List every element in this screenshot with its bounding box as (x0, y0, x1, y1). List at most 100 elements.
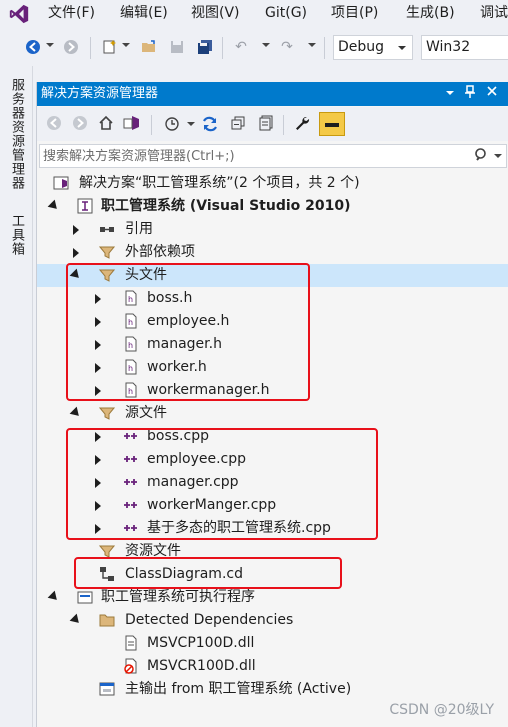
tree-item-exe-project[interactable]: 职工管理系统可执行程序 (37, 586, 508, 609)
collapsed-arrow-icon[interactable] (95, 386, 101, 396)
forward-icon[interactable] (71, 115, 89, 133)
pin-icon[interactable] (461, 85, 479, 103)
toolbar-separator (283, 115, 284, 135)
tree-item-source-file[interactable]: employee.cpp (37, 448, 508, 471)
redo-icon[interactable]: ↷ (278, 38, 296, 56)
tree-item-source-files[interactable]: 源文件 (37, 402, 508, 425)
tree-item-label: manager.cpp (147, 474, 239, 490)
tree-item-source-file[interactable]: manager.cpp (37, 471, 508, 494)
open-file-icon[interactable] (140, 38, 158, 56)
tree-item-label: employee.h (147, 313, 230, 329)
search-input[interactable] (43, 147, 463, 165)
search-icon[interactable] (474, 147, 490, 167)
expanded-arrow-icon[interactable] (47, 590, 61, 604)
redo-dropdown-icon[interactable] (308, 43, 316, 47)
menu-debug[interactable]: 调试 (480, 4, 508, 22)
new-project-icon[interactable] (100, 38, 118, 56)
cpp-file-icon (123, 451, 139, 467)
tree-item-external-dependencies[interactable]: 外部依赖项 (37, 241, 508, 264)
tree-item-source-file[interactable]: boss.cpp (37, 425, 508, 448)
switch-views-icon[interactable] (123, 115, 141, 133)
filter-dropdown-icon[interactable] (187, 122, 195, 126)
solution-platform-select[interactable]: Win32 (421, 35, 508, 60)
tree-item-detected-dependencies[interactable]: Detected Dependencies (37, 609, 508, 632)
toolbox-tab[interactable]: 工具箱 (6, 214, 26, 256)
back-icon[interactable] (45, 115, 63, 133)
undo-icon[interactable]: ↶ (232, 38, 250, 56)
home-icon[interactable] (97, 115, 115, 133)
navigate-back-icon[interactable] (24, 38, 42, 56)
save-icon[interactable] (168, 38, 186, 56)
collapsed-arrow-icon[interactable] (95, 432, 101, 442)
sync-icon[interactable] (201, 115, 219, 133)
tree-item-project[interactable]: 职工管理系统 (Visual Studio 2010) (37, 195, 508, 218)
tree-item-references[interactable]: 引用 (37, 218, 508, 241)
cpp-project-icon (77, 198, 93, 214)
tree-item-resource-files[interactable]: 资源文件 (37, 540, 508, 563)
header-file-icon: h (123, 290, 139, 306)
menu-build[interactable]: 生成(B) (406, 4, 455, 22)
primary-output-icon (99, 681, 115, 697)
properties-wrench-icon[interactable] (293, 115, 311, 133)
show-all-files-icon[interactable] (257, 115, 275, 133)
tree-item-header-file[interactable]: h worker.h (37, 356, 508, 379)
expanded-arrow-icon[interactable] (47, 199, 61, 213)
collapsed-arrow-icon[interactable] (95, 340, 101, 350)
solution-config-value: Debug (338, 39, 385, 55)
menu-edit[interactable]: 编辑(E) (120, 4, 168, 22)
menu-view[interactable]: 视图(V) (191, 4, 240, 22)
collapsed-arrow-icon[interactable] (73, 248, 79, 258)
solution-config-select[interactable]: Debug (333, 35, 413, 60)
header-file-icon: h (123, 313, 139, 329)
solution-tree: 解决方案“职工管理系统”(2 个项目，共 2 个) 职工管理系统 (Visual… (37, 172, 508, 727)
tree-item-class-diagram[interactable]: ClassDiagram.cd (37, 563, 508, 586)
main-toolbar: ↶ ↷ Debug Win32 (0, 30, 508, 64)
expanded-arrow-icon[interactable] (69, 613, 83, 627)
menu-file[interactable]: 文件(F) (48, 4, 95, 22)
collapsed-arrow-icon[interactable] (95, 501, 101, 511)
expanded-arrow-icon[interactable] (69, 406, 83, 420)
preview-selected-items-icon[interactable] (319, 112, 345, 136)
tree-item-header-files[interactable]: 头文件 (37, 264, 508, 287)
new-dropdown-icon[interactable] (122, 43, 130, 47)
tree-item-header-file[interactable]: h workermanager.h (37, 379, 508, 402)
undo-dropdown-icon[interactable] (262, 43, 270, 47)
svg-text:h: h (128, 387, 133, 396)
collapse-all-icon[interactable] (229, 115, 247, 133)
collapsed-arrow-icon[interactable] (95, 363, 101, 373)
window-position-dropdown-icon[interactable] (441, 85, 459, 103)
menu-project[interactable]: 项目(P) (331, 4, 378, 22)
tree-item-header-file[interactable]: h boss.h (37, 287, 508, 310)
collapsed-arrow-icon[interactable] (95, 294, 101, 304)
filter-folder-icon (98, 267, 116, 283)
tree-item-primary-output[interactable]: 主输出 from 职工管理系统 (Active) (37, 678, 508, 701)
tree-item-header-file[interactable]: h manager.h (37, 333, 508, 356)
tree-item-source-file[interactable]: 基于多态的职工管理系统.cpp (37, 517, 508, 540)
tree-item-dll[interactable]: MSVCR100D.dll (37, 655, 508, 678)
server-explorer-tab[interactable]: 服务器资源管理器 (6, 78, 26, 190)
tree-item-source-file[interactable]: workerManger.cpp (37, 494, 508, 517)
search-options-dropdown-icon[interactable] (494, 154, 502, 158)
tree-item-header-file[interactable]: h employee.h (37, 310, 508, 333)
collapsed-arrow-icon[interactable] (95, 478, 101, 488)
collapsed-arrow-icon[interactable] (95, 317, 101, 327)
references-icon (99, 221, 115, 237)
tree-item-dll[interactable]: MSVCP100D.dll (37, 632, 508, 655)
back-dropdown-icon[interactable] (46, 43, 54, 47)
expanded-arrow-icon[interactable] (69, 268, 83, 282)
tree-item-label: 引用 (125, 221, 153, 237)
collapsed-arrow-icon[interactable] (95, 455, 101, 465)
navigate-forward-icon[interactable] (62, 38, 80, 56)
search-box[interactable] (39, 144, 507, 168)
solution-platform-value: Win32 (426, 39, 471, 55)
close-icon[interactable] (483, 85, 501, 103)
collapsed-arrow-icon[interactable] (95, 524, 101, 534)
save-all-icon[interactable] (196, 38, 214, 56)
menu-git[interactable]: Git(G) (265, 4, 307, 22)
pending-changes-filter-icon[interactable] (163, 115, 181, 133)
collapsed-arrow-icon[interactable] (73, 225, 79, 235)
tree-item-solution[interactable]: 解决方案“职工管理系统”(2 个项目，共 2 个) (37, 172, 508, 195)
tree-item-label: workerManger.cpp (147, 497, 277, 513)
svg-text:h: h (128, 295, 133, 304)
solution-explorer-toolbar (37, 107, 508, 141)
